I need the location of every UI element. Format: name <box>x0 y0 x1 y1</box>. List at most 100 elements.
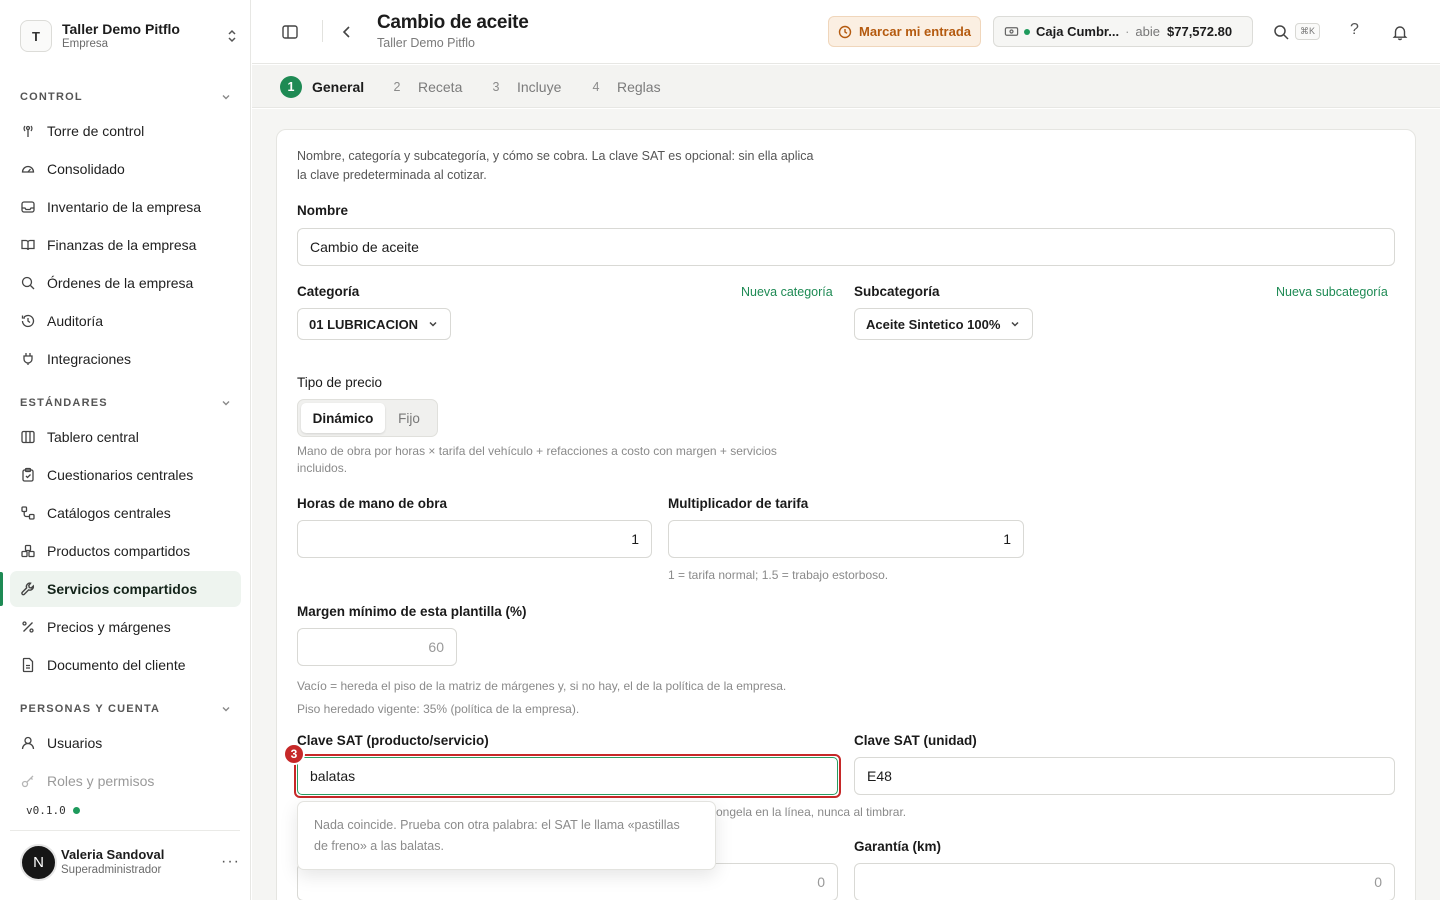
divider <box>322 20 323 42</box>
workflow-icon <box>21 506 35 520</box>
step-general[interactable]: 1 General <box>280 76 364 98</box>
wizard-stepper: 1 General 2 Receta 3 Incluye 4 Reglas <box>252 65 1440 108</box>
chevron-down-icon <box>429 321 437 327</box>
user-role: Superadministrador <box>61 863 162 876</box>
sidebar-item-roles[interactable]: Roles y permisos <box>10 763 241 799</box>
sat-search-input[interactable]: balatas <box>297 757 838 795</box>
multiplicador-input[interactable]: 1 <box>668 520 1024 558</box>
cash-register-amount: $77,572.80 <box>1167 24 1233 39</box>
chevron-down-icon <box>1011 321 1019 327</box>
chevron-down-icon <box>222 707 230 712</box>
sidebar-item-inventario[interactable]: Inventario de la empresa <box>10 189 241 225</box>
user-menu[interactable]: N Valeria Sandoval Superadministrador ··… <box>20 842 240 882</box>
sidebar-item-integraciones[interactable]: Integraciones <box>10 341 241 377</box>
avatar: N <box>20 843 57 881</box>
section-personas[interactable]: PERSONAS Y CUENTA <box>20 703 232 715</box>
sidebar-item-consolidado[interactable]: Consolidado <box>10 151 241 187</box>
org-avatar: T <box>20 20 52 52</box>
clock-icon <box>838 25 852 38</box>
margen-input[interactable]: 60 <box>297 628 457 666</box>
sidebar-item-precios[interactable]: Precios y márgenes <box>10 609 241 645</box>
sidebar-item-catalogos[interactable]: Catálogos centrales <box>10 495 241 531</box>
app-version: v0.1.0 <box>26 804 80 817</box>
file-icon <box>22 657 34 673</box>
tipo-precio-help: Mano de obra por horas × tarifa del vehí… <box>297 444 777 475</box>
tipo-fijo-option[interactable]: Fijo <box>385 403 433 433</box>
inbox-icon <box>21 201 35 213</box>
user-icon <box>21 736 35 750</box>
banknote-icon <box>1004 27 1019 36</box>
search-icon <box>21 276 35 290</box>
search-icon[interactable] <box>1272 23 1290 41</box>
garantia-label: Garantía (km) <box>854 839 942 854</box>
org-switcher[interactable]: T Taller Demo Pitflo Empresa <box>20 20 240 52</box>
status-dot <box>72 807 80 814</box>
more-icon[interactable]: ··· <box>221 853 240 871</box>
sidebar-item-auditoria[interactable]: Auditoría <box>10 303 241 339</box>
sidebar-item-usuarios[interactable]: Usuarios <box>10 725 241 761</box>
sidebar-item-documento[interactable]: Documento del cliente <box>10 647 241 683</box>
nombre-input[interactable]: Cambio de aceite <box>297 228 1395 266</box>
sat-unit-label: Clave SAT (unidad) <box>854 733 977 748</box>
cash-register-name: Caja Cumbr... <box>1036 24 1120 39</box>
sidebar-item-torre-de-control[interactable]: Torre de control <box>10 113 241 149</box>
wrench-icon <box>21 582 35 596</box>
new-category-link[interactable]: Nueva categoría <box>741 285 833 299</box>
section-estandares[interactable]: ESTÁNDARES <box>20 397 232 409</box>
multiplicador-label: Multiplicador de tarifa <box>668 496 809 511</box>
subcategoria-select[interactable]: Aceite Sintetico 100% <box>854 308 1034 340</box>
bell-icon[interactable] <box>1391 23 1409 41</box>
margen-help: Vacío = hereda el piso de la matriz de m… <box>297 679 787 716</box>
divider <box>10 830 240 831</box>
top-header: Cambio de aceite Taller Demo Pitflo Marc… <box>252 0 1440 64</box>
step-receta[interactable]: 2 Receta <box>386 76 463 98</box>
chevron-down-icon <box>222 95 230 100</box>
org-name: Taller Demo Pitflo <box>62 21 180 37</box>
sat-help: ongela en la línea, nunca al timbrar. <box>716 805 907 819</box>
sidebar-item-finanzas[interactable]: Finanzas de la empresa <box>10 227 241 263</box>
sidebar-toggle-icon[interactable] <box>281 23 299 41</box>
plug-icon <box>23 353 33 365</box>
percent-icon <box>22 621 34 633</box>
clock-in-button[interactable]: Marcar mi entrada <box>828 16 981 47</box>
sat-unit-input[interactable]: E48 <box>854 757 1395 795</box>
section-control[interactable]: CONTROL <box>20 91 232 103</box>
sidebar-item-ordenes[interactable]: Órdenes de la empresa <box>10 265 241 301</box>
user-name: Valeria Sandoval <box>61 846 165 862</box>
sat-suggestions-dropdown: Nada coincide. Prueba con otra palabra: … <box>297 801 716 870</box>
multiplicador-help: 1 = tarifa normal; 1.5 = trabajo estorbo… <box>668 568 889 582</box>
form-intro: Nombre, categoría y subcategoría, y cómo… <box>297 149 814 182</box>
step-incluye[interactable]: 3 Incluye <box>485 76 562 98</box>
back-arrow-icon[interactable] <box>338 23 356 41</box>
sidebar-item-cuestionarios[interactable]: Cuestionarios centrales <box>10 457 241 493</box>
horas-input[interactable]: 1 <box>297 520 652 558</box>
clipboard-icon <box>22 467 34 482</box>
step-badge: 3 <box>283 743 305 765</box>
cash-register-status: abie <box>1135 24 1160 39</box>
sidebar: T Taller Demo Pitflo Empresa CONTROL Tor… <box>0 0 251 900</box>
help-icon[interactable]: ? <box>1350 21 1359 39</box>
subcategoria-label: Subcategoría <box>854 284 940 299</box>
sidebar-item-tablero-central[interactable]: Tablero central <box>10 419 241 455</box>
book-icon <box>21 239 35 251</box>
page-subtitle: Taller Demo Pitflo <box>377 36 475 50</box>
sat-label: Clave SAT (producto/servicio) <box>297 733 489 748</box>
tipo-precio-label: Tipo de precio <box>297 375 383 390</box>
categoria-select[interactable]: 01 LUBRICACION <box>297 308 452 340</box>
page-title: Cambio de aceite <box>377 12 529 33</box>
tipo-precio-toggle: Dinámico Fijo <box>297 399 438 437</box>
key-icon <box>21 775 34 788</box>
margen-label: Margen mínimo de esta plantilla (%) <box>297 604 527 619</box>
boxes-icon <box>21 544 35 558</box>
sidebar-item-servicios[interactable]: Servicios compartidos <box>10 571 241 607</box>
garantia-input[interactable]: 0 <box>854 863 1395 900</box>
cash-register-button[interactable]: Caja Cumbr... · abie $77,572.80 <box>993 16 1253 47</box>
sidebar-item-productos[interactable]: Productos compartidos <box>10 533 241 569</box>
nombre-label: Nombre <box>297 203 349 218</box>
categoria-label: Categoría <box>297 284 360 299</box>
shortcut-badge: ⌘K <box>1295 23 1321 40</box>
gauge-icon <box>21 165 35 173</box>
new-subcategory-link[interactable]: Nueva subcategoría <box>1276 285 1388 299</box>
tipo-dinamico-option[interactable]: Dinámico <box>301 403 385 433</box>
step-reglas[interactable]: 4 Reglas <box>585 76 661 98</box>
